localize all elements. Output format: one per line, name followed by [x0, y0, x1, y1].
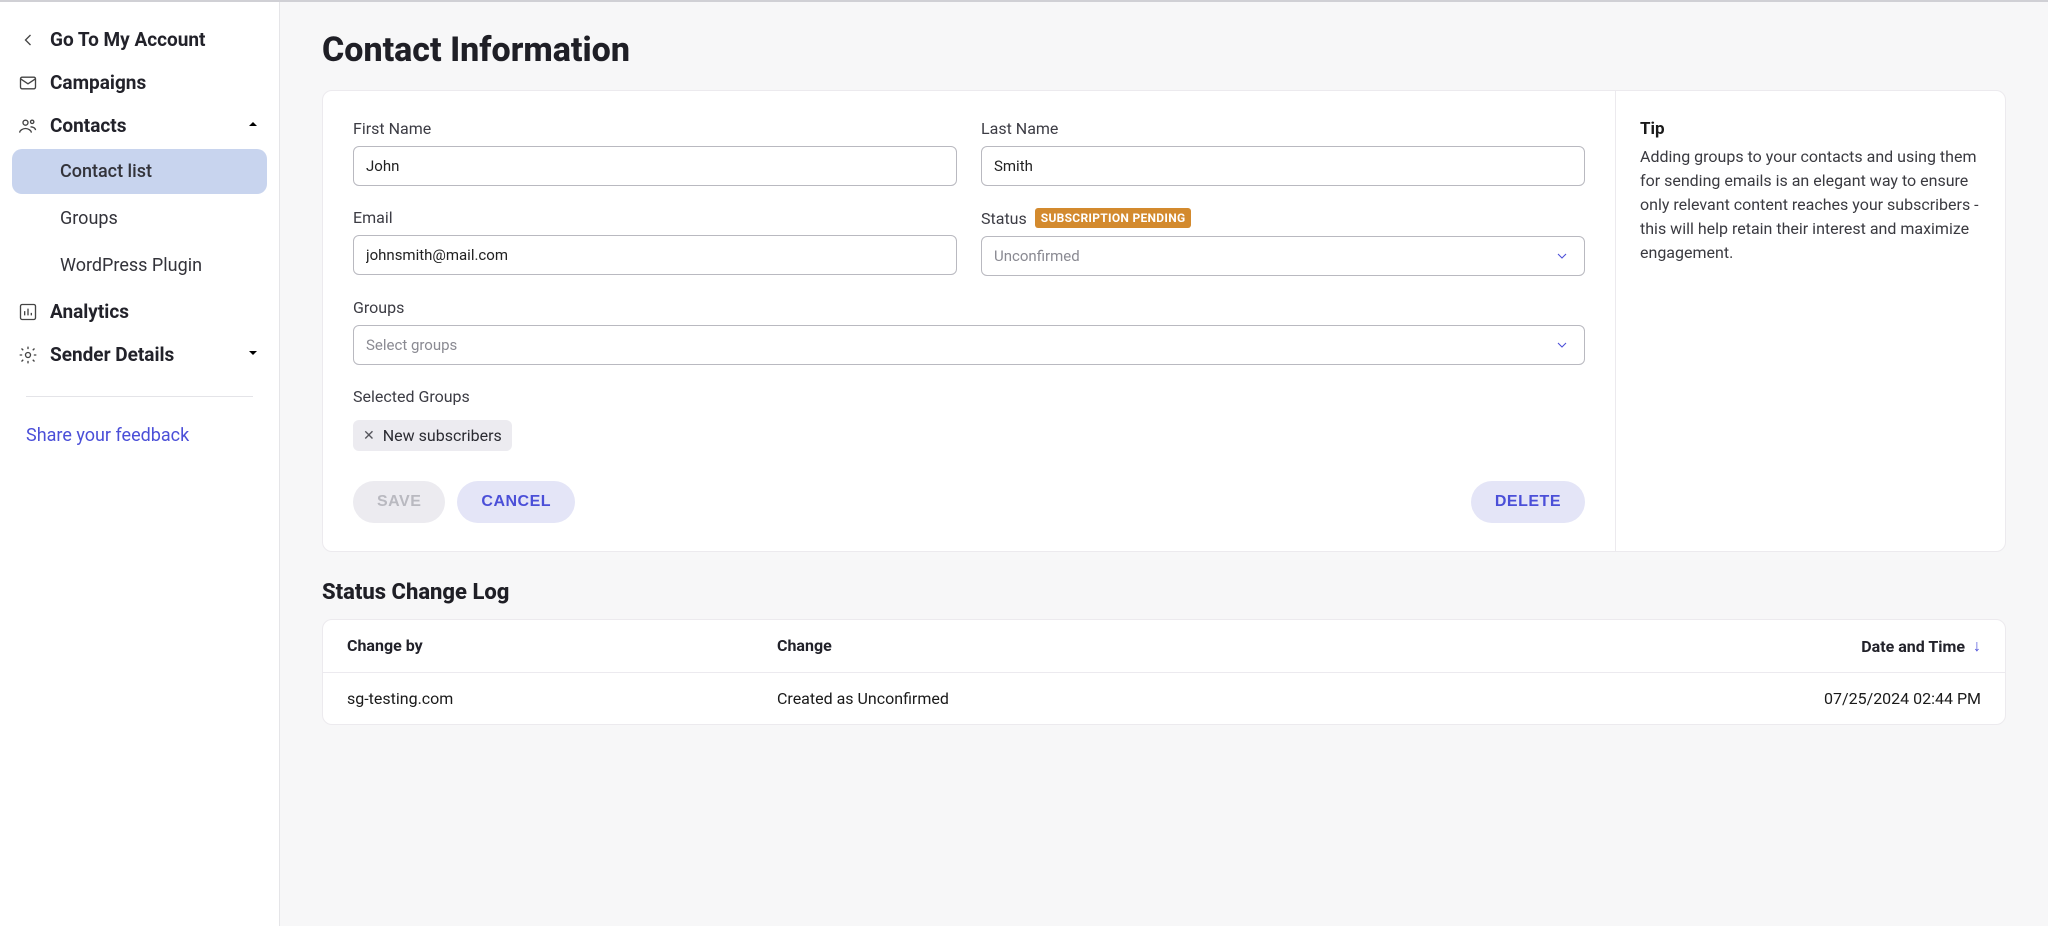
gear-icon: [18, 345, 38, 365]
status-select[interactable]: Unconfirmed: [981, 236, 1585, 276]
sidebar-item-label: Sender Details: [50, 343, 174, 366]
last-name-input[interactable]: [981, 146, 1585, 186]
status-log-table: Change by Change Date and Time ↓ sg-test…: [322, 619, 2006, 725]
sidebar-item-contacts[interactable]: Contacts: [8, 104, 271, 147]
selected-groups-chips: ✕ New subscribers: [353, 420, 1585, 451]
status-badge: SUBSCRIPTION PENDING: [1035, 208, 1192, 228]
divider: [26, 396, 253, 397]
status-field-group: Status SUBSCRIPTION PENDING Unconfirmed: [981, 208, 1585, 276]
arrow-left-icon: [18, 30, 38, 50]
delete-button[interactable]: DELETE: [1471, 481, 1585, 523]
back-label: Go To My Account: [50, 28, 205, 51]
log-section-title: Status Change Log: [322, 580, 2006, 605]
selected-groups-label: Selected Groups: [353, 387, 1585, 406]
status-label-text: Status: [981, 209, 1027, 228]
sidebar-sub-groups[interactable]: Groups: [12, 196, 267, 241]
sidebar-item-analytics[interactable]: Analytics: [8, 290, 271, 333]
sidebar-item-sender-details[interactable]: Sender Details: [8, 333, 271, 376]
main-content: Contact Information First Name Last Name: [280, 2, 2048, 926]
groups-select[interactable]: Select groups: [353, 325, 1585, 365]
feedback-label: Share your feedback: [26, 425, 189, 446]
back-to-account[interactable]: Go To My Account: [8, 18, 271, 61]
tip-title: Tip: [1640, 119, 1981, 139]
mail-icon: [18, 73, 38, 93]
selected-groups-group: Selected Groups ✕ New subscribers: [353, 387, 1585, 451]
chevron-down-icon: [1552, 246, 1572, 266]
sidebar-sub-label: Groups: [60, 208, 118, 229]
email-label: Email: [353, 208, 957, 227]
col-change[interactable]: Change: [777, 636, 1721, 656]
groups-placeholder: Select groups: [366, 336, 1552, 354]
col-date-time-label: Date and Time: [1861, 637, 1965, 656]
chart-icon: [18, 302, 38, 322]
share-feedback-link[interactable]: Share your feedback: [8, 417, 271, 454]
cell-change: Created as Unconfirmed: [777, 689, 1721, 708]
sidebar-sub-label: Contact list: [60, 161, 152, 182]
cell-date-time: 07/25/2024 02:44 PM: [1721, 689, 1981, 708]
contact-card: First Name Last Name Email: [322, 90, 2006, 552]
chevron-down-icon: [1552, 335, 1572, 355]
sidebar-sub-contact-list[interactable]: Contact list: [12, 149, 267, 194]
sidebar-item-label: Campaigns: [50, 71, 146, 94]
chevron-down-icon: [245, 343, 261, 366]
tip-panel: Tip Adding groups to your contacts and u…: [1615, 91, 2005, 551]
groups-label: Groups: [353, 298, 1585, 317]
sidebar-item-label: Analytics: [50, 300, 129, 323]
chip-label: New subscribers: [383, 426, 502, 445]
people-icon: [18, 116, 38, 136]
cancel-button[interactable]: CANCEL: [457, 481, 575, 523]
sidebar-item-campaigns[interactable]: Campaigns: [8, 61, 271, 104]
last-name-field-group: Last Name: [981, 119, 1585, 186]
sort-desc-icon: ↓: [1973, 636, 1981, 656]
sidebar: Go To My Account Campaigns Contacts Cont…: [0, 2, 280, 926]
form-actions: SAVE CANCEL DELETE: [353, 481, 1585, 523]
contact-form: First Name Last Name Email: [323, 91, 1615, 551]
table-row: sg-testing.com Created as Unconfirmed 07…: [323, 673, 2005, 724]
table-header-row: Change by Change Date and Time ↓: [323, 620, 2005, 673]
save-button[interactable]: SAVE: [353, 481, 445, 523]
remove-chip-icon[interactable]: ✕: [363, 428, 375, 444]
sidebar-item-label: Contacts: [50, 114, 127, 137]
first-name-input[interactable]: [353, 146, 957, 186]
sidebar-sub-wp-plugin[interactable]: WordPress Plugin: [12, 243, 267, 288]
groups-field-group: Groups Select groups: [353, 298, 1585, 365]
page-title: Contact Information: [322, 30, 2006, 70]
sidebar-sub-label: WordPress Plugin: [60, 255, 202, 276]
cell-change-by: sg-testing.com: [347, 689, 777, 708]
tip-body: Adding groups to your contacts and using…: [1640, 145, 1981, 265]
col-change-by[interactable]: Change by: [347, 636, 777, 656]
col-date-time[interactable]: Date and Time ↓: [1721, 636, 1981, 656]
email-input[interactable]: [353, 235, 957, 275]
first-name-label: First Name: [353, 119, 957, 138]
first-name-field-group: First Name: [353, 119, 957, 186]
status-select-value: Unconfirmed: [994, 247, 1552, 265]
group-chip: ✕ New subscribers: [353, 420, 512, 451]
status-label: Status SUBSCRIPTION PENDING: [981, 208, 1585, 228]
email-field-group: Email: [353, 208, 957, 276]
chevron-up-icon: [245, 114, 261, 137]
last-name-label: Last Name: [981, 119, 1585, 138]
